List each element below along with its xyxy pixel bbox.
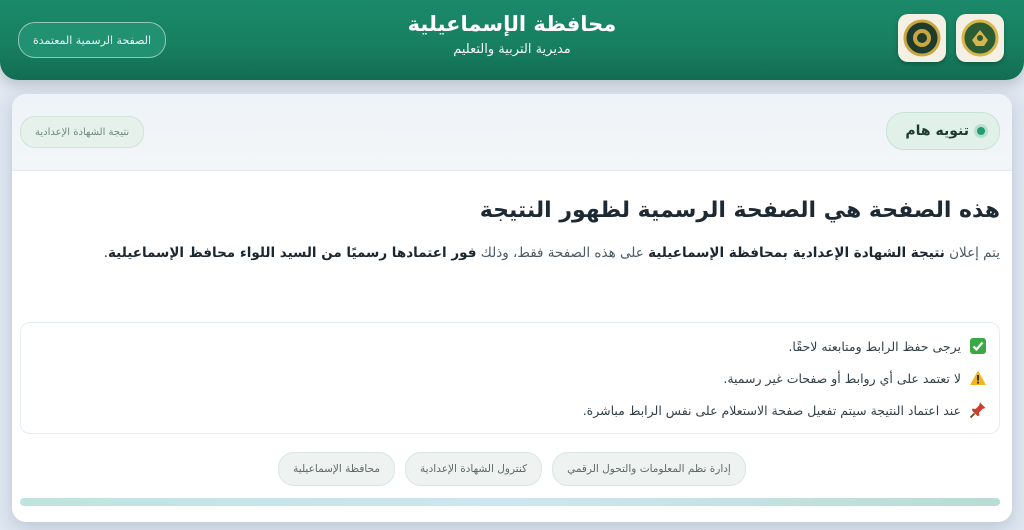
para-part-2: نتيجة الشهادة الإعدادية بمحافظة الإسماعي… (648, 245, 945, 261)
notice-label: تنويه هام (905, 123, 969, 139)
pill-it-department[interactable]: إدارة نظم المعلومات والتحول الرقمي (552, 452, 746, 486)
notice-badge: تنويه هام (886, 112, 1000, 150)
official-page-button[interactable]: الصفحة الرسمية المعتمدة (18, 22, 167, 58)
para-part-1: يتم إعلان (944, 245, 1000, 261)
bottom-accent-bar (20, 498, 1000, 506)
notes-box: يرجى حفظ الرابط ومتابعته لاحقًا. لا تعتم… (20, 322, 1000, 434)
check-icon (969, 337, 987, 355)
note-text: لا تعتمد على أي روابط أو صفحات غير رسمية… (723, 370, 961, 386)
note-item: عند اعتماد النتيجة سيتم تفعيل صفحة الاست… (583, 401, 987, 419)
note-text: يرجى حفظ الرابط ومتابعته لاحقًا. (788, 338, 961, 354)
main-card: تنويه هام نتيجة الشهادة الإعدادية هذه ال… (12, 94, 1012, 522)
note-item: لا تعتمد على أي روابط أو صفحات غير رسمية… (723, 369, 987, 387)
pill-governorate[interactable]: محافظة الإسماعيلية (278, 452, 396, 486)
para-part-3: على هذه الصفحة فقط، وذلك (476, 245, 649, 261)
header-bar: محافظة الإسماعيلية مديرية التربية والتعل… (0, 0, 1024, 80)
note-item: يرجى حفظ الرابط ومتابعته لاحقًا. (788, 337, 987, 355)
card-top-strip: تنويه هام نتيجة الشهادة الإعدادية (12, 94, 1012, 171)
warning-icon (969, 369, 987, 387)
main-title: هذه الصفحة هي الصفحة الرسمية لظهور النتي… (479, 198, 1000, 223)
announcement-paragraph: يتم إعلان نتيجة الشهادة الإعدادية بمحافظ… (28, 239, 1000, 267)
status-dot-icon (977, 127, 985, 135)
footer-pills: إدارة نظم المعلومات والتحول الرقمي كنترو… (12, 452, 1012, 486)
para-part-4: فور اعتمادها رسميًا من السيد اللواء محاف… (108, 245, 477, 261)
pill-exam-control[interactable]: كنترول الشهادة الإعدادية (405, 452, 543, 486)
pin-icon (969, 401, 987, 419)
result-badge: نتيجة الشهادة الإعدادية (20, 116, 145, 148)
note-text: عند اعتماد النتيجة سيتم تفعيل صفحة الاست… (582, 402, 961, 418)
